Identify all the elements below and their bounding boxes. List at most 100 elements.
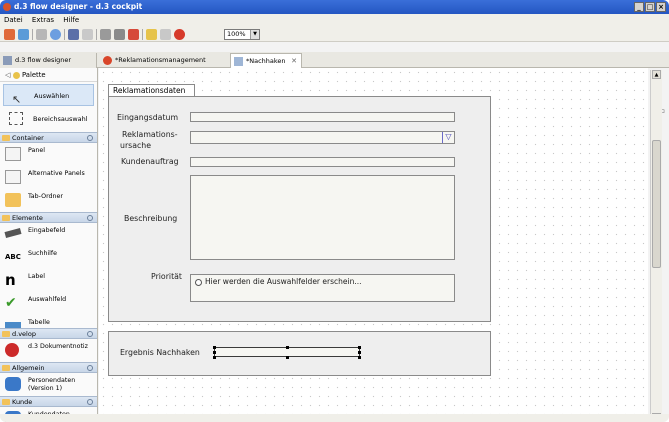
item-alternative-panels-label: Alternative Panels <box>28 170 85 177</box>
collapse-icon[interactable] <box>87 215 93 221</box>
redo-icon[interactable] <box>160 29 171 40</box>
palette-icon <box>13 72 20 79</box>
chevron-down-icon[interactable]: ▼ <box>250 30 259 39</box>
status-strip <box>0 414 669 422</box>
group-kunde[interactable]: Kunde <box>0 396 97 407</box>
resize-handle[interactable] <box>358 356 361 359</box>
item-auswahlfeld-label: Auswahlfeld <box>28 296 67 303</box>
item-suchhilfe-label: Suchhilfe <box>28 250 58 257</box>
help-icon[interactable] <box>50 29 61 40</box>
item-eingabefeld[interactable]: Eingabefeld <box>0 223 97 246</box>
scroll-up-icon[interactable]: ▲ <box>652 70 661 79</box>
label-ursache-line2: ursache <box>120 141 152 150</box>
ursache-select[interactable]: ▽ <box>190 131 455 144</box>
item-label[interactable]: n Label <box>0 269 97 292</box>
maximize-button[interactable]: □ <box>645 2 655 12</box>
tab-designer[interactable]: d.3 flow designer <box>0 53 97 68</box>
window-controls: _ □ × <box>634 2 666 12</box>
home-icon[interactable] <box>4 29 15 40</box>
resize-handle[interactable] <box>286 356 289 359</box>
save-icon[interactable] <box>68 29 79 40</box>
item-panel[interactable]: Panel <box>0 143 97 166</box>
beschreibung-textarea[interactable] <box>190 175 455 260</box>
resize-handle[interactable] <box>213 351 216 354</box>
group-container[interactable]: Container <box>0 132 97 143</box>
folder-icon <box>2 365 10 371</box>
scroll-thumb[interactable] <box>652 140 661 268</box>
collapse-icon[interactable] <box>87 331 93 337</box>
group-allgemein-label: Allgemein <box>12 364 45 372</box>
collapse-icon[interactable] <box>87 365 93 371</box>
group-elemente[interactable]: Elemente <box>0 212 97 223</box>
editor-tab-row: d.3 flow designer *Reklamationsmanagemen… <box>0 52 669 115</box>
item-eingabefeld-label: Eingabefeld <box>28 227 66 234</box>
zoom-value: 100% <box>227 30 246 38</box>
resize-handle[interactable] <box>286 346 289 349</box>
folder-icon <box>2 215 10 221</box>
eingangsdatum-field[interactable] <box>190 112 455 122</box>
menu-hilfe[interactable]: Hilfe <box>63 16 79 24</box>
tool-auswaehlen[interactable]: ↖ Auswählen <box>3 84 94 106</box>
panel-icon <box>5 147 21 161</box>
zoom-select[interactable]: 100% ▼ <box>224 29 260 40</box>
item-panel-label: Panel <box>28 147 45 154</box>
tab-reklamationsmanagement[interactable]: *Reklamationsmanagement <box>100 53 228 68</box>
tab-reklamation-label: *Reklamationsmanagement <box>115 56 206 64</box>
chevron-left-icon[interactable]: ◁ <box>5 68 10 82</box>
item-suchhilfe[interactable]: ABC Suchhilfe <box>0 246 97 269</box>
item-tabelle-label: Tabelle <box>28 319 50 326</box>
prioritaet-placeholder: Hier werden die Auswahlfelder erschein..… <box>205 277 362 286</box>
tab-folder-icon <box>5 193 21 207</box>
designer-icon <box>3 56 12 65</box>
chevron-down-icon[interactable]: ▽ <box>442 132 454 143</box>
resize-handle[interactable] <box>213 346 216 349</box>
label-prioritaet: Priorität <box>151 272 182 281</box>
item-tab-ordner[interactable]: Tab-Ordner <box>0 189 97 212</box>
minimize-button[interactable]: _ <box>634 2 644 12</box>
vertical-scrollbar[interactable]: ▲ ▼ <box>650 70 662 422</box>
tool-auswaehlen-label: Auswählen <box>34 92 70 100</box>
kundenauftrag-field[interactable] <box>190 157 455 167</box>
label-ursache-line1: Reklamations- <box>122 130 178 139</box>
group-dvelop[interactable]: d.velop <box>0 328 97 339</box>
palette-title: Palette <box>22 71 46 79</box>
item-dokumentnotiz[interactable]: d.3 Dokumentnotiz <box>0 339 97 362</box>
search-help-icon: ABC <box>5 253 21 261</box>
delete-icon[interactable] <box>128 29 139 40</box>
tab-nachhaken-label: *Nachhaken <box>246 57 286 65</box>
screen-icon[interactable] <box>18 29 29 40</box>
resize-handle[interactable] <box>358 351 361 354</box>
marquee-icon <box>9 112 23 125</box>
resize-handle[interactable] <box>213 356 216 359</box>
close-button[interactable]: × <box>656 2 666 12</box>
label-ergebnis-nachhaken: Ergebnis Nachhaken <box>120 348 200 357</box>
undo-icon[interactable] <box>146 29 157 40</box>
copy-icon[interactable] <box>100 29 111 40</box>
tab-nachhaken[interactable]: *Nachhaken ✕ <box>230 53 302 68</box>
collapse-icon[interactable] <box>87 399 93 405</box>
checkmark-icon: ✔ <box>5 295 17 311</box>
radio-button[interactable] <box>195 279 202 286</box>
item-tabelle[interactable]: Tabelle <box>0 315 97 328</box>
wrench-icon[interactable] <box>36 29 47 40</box>
tool-bereichsauswahl[interactable]: Bereichsauswahl <box>3 108 94 130</box>
item-alternative-panels[interactable]: Alternative Panels <box>0 166 97 189</box>
palette-header: ◁ Palette <box>0 68 97 82</box>
properties-icon[interactable] <box>114 29 125 40</box>
resize-handle[interactable] <box>358 346 361 349</box>
window-title: d.3 flow designer - d.3 cockpit <box>14 2 143 11</box>
item-dokumentnotiz-label: d.3 Dokumentnotiz <box>28 343 88 350</box>
item-auswahlfeld[interactable]: ✔ Auswahlfeld <box>0 292 97 315</box>
collapse-icon[interactable] <box>87 135 93 141</box>
deploy-icon[interactable] <box>82 29 93 40</box>
close-tab-icon[interactable]: ✕ <box>291 54 297 68</box>
menu-datei[interactable]: Datei <box>4 16 23 24</box>
menu-extras[interactable]: Extras <box>32 16 54 24</box>
folder-icon <box>2 331 10 337</box>
tool-bereichsauswahl-label: Bereichsauswahl <box>33 115 88 123</box>
tab-designer-label: d.3 flow designer <box>15 56 72 64</box>
item-personendaten[interactable]: Personendaten (Version 1) <box>0 373 97 396</box>
group-allgemein[interactable]: Allgemein <box>0 362 97 373</box>
stop-icon[interactable] <box>174 29 185 40</box>
prioritaet-radio-group[interactable]: Hier werden die Auswahlfelder erschein..… <box>190 274 455 302</box>
